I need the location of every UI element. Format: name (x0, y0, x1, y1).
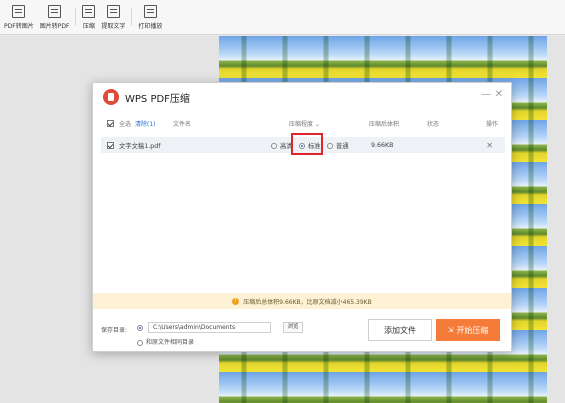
dialog-header: WPS PDF压缩 — ✕ (93, 83, 511, 111)
extract-text-button[interactable]: 提取文字 (101, 0, 125, 34)
extract-text-icon (106, 5, 120, 18)
image-to-pdf-icon (48, 5, 62, 18)
image-to-pdf-button[interactable]: 图片转PDF (39, 0, 70, 34)
minimize-button[interactable]: — (481, 89, 491, 100)
start-compress-button[interactable]: ⇲ 开始压缩 (436, 319, 500, 341)
compress-dialog: WPS PDF压缩 — ✕ 全选 清除(1) 文件名 压缩程度 ⌄ 压缩后体积 … (92, 82, 512, 352)
size-info-banner: ! 压缩后总体积9.66KB，比原文档减小465.39KB (93, 293, 511, 309)
column-size: 压缩后体积 (369, 120, 400, 128)
pdf-to-image-label: PDF转图片 (4, 23, 34, 30)
image-to-pdf-label: 图片转PDF (39, 23, 70, 30)
print-play-label: 打印播放 (138, 23, 163, 30)
clear-link[interactable]: 清除(1) (135, 119, 156, 128)
wps-logo-icon (103, 89, 119, 105)
extract-text-label: 提取文字 (101, 23, 126, 30)
pdf-to-image-button[interactable]: PDF转图片 (4, 0, 34, 34)
browse-button[interactable]: 浏览 (283, 322, 303, 333)
toolbar: PDF转图片 图片转PDF 压缩 提取文字 打印播放 (0, 0, 565, 35)
add-file-button[interactable]: 添加文件 (368, 319, 432, 341)
print-play-button[interactable]: 打印播放 (138, 0, 162, 34)
print-play-icon (143, 5, 157, 18)
compress-icon (82, 5, 96, 18)
same-dir-label: 和原文件相同目录 (146, 339, 195, 346)
select-all-label: 全选 (119, 120, 132, 128)
toolbar-divider (131, 8, 133, 26)
banner-text: 压缩后总体积9.66KB，比原文档减小465.39KB (243, 298, 372, 306)
column-action: 操作 (486, 120, 499, 128)
level-option-hd[interactable]: 高清 (271, 141, 293, 150)
column-level[interactable]: 压缩程度 ⌄ (289, 119, 320, 128)
highlight-box (291, 133, 323, 155)
pdf-to-image-icon (12, 5, 26, 18)
level-hd-radio[interactable] (271, 142, 277, 149)
column-status: 状态 (427, 120, 440, 128)
info-icon: ! (232, 297, 240, 305)
dialog-title: WPS PDF压缩 (125, 93, 190, 105)
level-option-normal[interactable]: 普通 (327, 141, 349, 150)
start-compress-label: 开始压缩 (456, 325, 489, 335)
same-dir-option[interactable]: 和原文件相同目录 (137, 337, 194, 346)
same-dir-radio[interactable] (137, 339, 143, 346)
compress-icon: ⇲ (447, 326, 454, 334)
custom-dir-option[interactable] (137, 324, 146, 332)
compress-label: 压缩 (82, 23, 95, 30)
table-header: 全选 清除(1) 文件名 压缩程度 ⌄ 压缩后体积 状态 操作 (101, 115, 505, 131)
row-checkbox[interactable] (107, 141, 114, 149)
toolbar-divider (75, 8, 77, 26)
level-normal-label: 普通 (336, 142, 349, 150)
custom-dir-radio[interactable] (137, 325, 143, 331)
select-all-checkbox[interactable] (107, 119, 114, 127)
column-filename: 文件名 (173, 120, 192, 128)
level-normal-radio[interactable] (327, 142, 333, 149)
compress-button[interactable]: 压缩 (82, 0, 96, 34)
row-size: 9.66KB (371, 141, 394, 149)
dialog-footer: 保存目录: C:\Users\admin\Documents 浏览 和原文件相同… (93, 313, 511, 351)
delete-row-button[interactable]: ✕ (486, 141, 493, 150)
save-path-input[interactable]: C:\Users\admin\Documents (148, 322, 271, 333)
close-button[interactable]: ✕ (495, 89, 503, 100)
row-filename: 文字文稿1.pdf (119, 142, 161, 150)
save-dir-label: 保存目录: (101, 327, 128, 334)
